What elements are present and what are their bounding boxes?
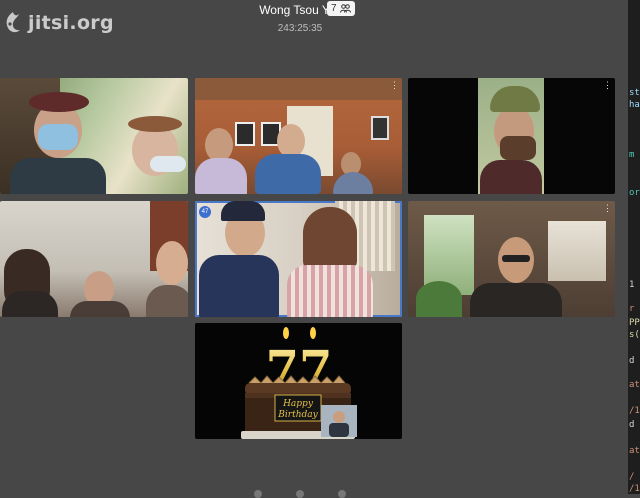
participant-face-3 xyxy=(156,241,188,285)
participant-shirt-2 xyxy=(287,265,373,317)
meeting-timer: 243:25:35 xyxy=(277,23,323,34)
participant-shirt-3 xyxy=(146,285,188,317)
glasses xyxy=(502,255,530,262)
participant-shirt xyxy=(195,158,247,194)
face-mask xyxy=(38,124,78,150)
ceiling xyxy=(195,78,402,100)
participant-cap xyxy=(221,201,265,221)
participant-shirt xyxy=(10,158,106,194)
participant-face xyxy=(205,128,233,162)
tile-menu-icon[interactable]: ⋮ xyxy=(603,81,612,90)
wall-frame xyxy=(371,116,389,140)
face-mask-2 xyxy=(150,156,186,172)
participant-count: 7 xyxy=(331,3,337,14)
jitsi-logo[interactable]: jitsi.org xyxy=(2,8,114,38)
participants-icon xyxy=(339,4,351,13)
video-tile-3[interactable]: ⋮ xyxy=(408,78,615,194)
video-tile-1[interactable] xyxy=(0,78,188,194)
speaker-badge: 47 xyxy=(199,206,211,218)
cake-topper-line2: Birthday xyxy=(277,410,318,420)
participant-shirt xyxy=(480,160,542,194)
cake-topper-line1: Happy xyxy=(282,399,314,409)
video-tile-7[interactable]: 77 Happy Birthday xyxy=(195,323,402,439)
background-window-edge: st ha m or 1 r PP s( d at /1 d at / /1 xyxy=(628,0,640,494)
participant-shirt xyxy=(199,255,279,317)
participant-shirt-2 xyxy=(255,154,321,194)
wall-frame xyxy=(235,122,255,146)
window-2 xyxy=(548,221,606,281)
face-mask xyxy=(500,136,536,160)
house-plant xyxy=(416,281,462,317)
video-tile-5[interactable]: 47 xyxy=(195,201,402,317)
tile-menu-icon[interactable]: ⋮ xyxy=(603,204,612,213)
participant-hair-2 xyxy=(303,207,357,271)
participant-shirt xyxy=(2,291,58,317)
video-tile-2[interactable]: ⋮ xyxy=(195,78,402,194)
conference-stage: jitsi.org Wong Tsou Yiw 243:25:35 7 ⋮ ⋮ … xyxy=(0,0,628,498)
flower-crown xyxy=(128,116,182,132)
video-tile-6[interactable]: ⋮ xyxy=(408,201,615,317)
participant-shirt-2 xyxy=(70,301,130,317)
participant-count-button[interactable]: 7 xyxy=(327,1,355,16)
participant-shirt-3 xyxy=(333,172,373,194)
participant-shirt xyxy=(470,283,562,317)
video-tile-4[interactable] xyxy=(0,201,188,317)
logo-text: jitsi.org xyxy=(28,12,114,34)
toolbar-button-hint[interactable] xyxy=(296,490,304,498)
tile-menu-icon[interactable]: ⋮ xyxy=(390,81,399,90)
participant-face-2 xyxy=(277,124,305,158)
participant-hat xyxy=(29,92,89,112)
toolbar-button-hint[interactable] xyxy=(338,490,346,498)
jitsi-logo-icon xyxy=(6,12,21,33)
toolbar-button-hint[interactable] xyxy=(254,490,262,498)
birthday-cake-image: 77 Happy Birthday xyxy=(241,327,357,439)
